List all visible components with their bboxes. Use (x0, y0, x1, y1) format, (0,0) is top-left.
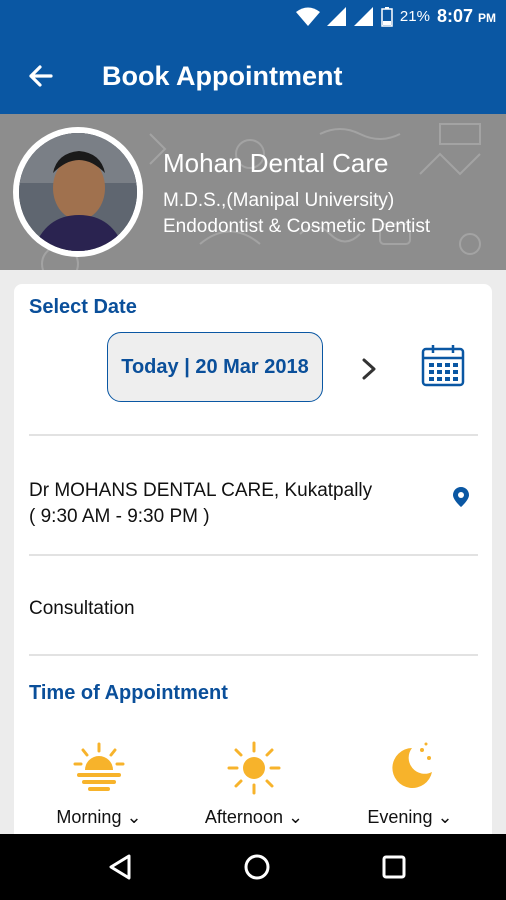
nav-back-icon (109, 854, 131, 880)
doctor-qualification: M.D.S.,(Manipal University) (163, 190, 395, 211)
arrow-back-icon (29, 65, 53, 87)
slot-morning[interactable]: Morning ⌄ (39, 740, 159, 828)
date-selector-button[interactable]: Today | 20 Mar 2018 (107, 332, 323, 402)
signal-icon (326, 6, 346, 26)
nav-recents-icon (382, 855, 406, 879)
clinic-location[interactable]: Dr MOHANS DENTAL CARE, Kukatpally ( 9:30… (29, 478, 372, 530)
signal-secondary-icon (353, 6, 373, 26)
system-nav-bar (0, 834, 506, 900)
select-date-title: Select Date (29, 296, 137, 318)
chevron-down-icon: ⌄ (287, 807, 304, 827)
chevron-down-icon: ⌄ (126, 807, 142, 827)
clinic-name: Mohan Dental Care (163, 148, 389, 178)
doctor-photo (19, 133, 137, 251)
chevron-right-icon (362, 358, 376, 380)
clinic-location-name: Dr MOHANS DENTAL CARE, Kukatpally (29, 480, 373, 501)
slot-label: Evening ⌄ (350, 807, 470, 828)
slot-morning-label: Morning (56, 807, 122, 827)
time-of-appointment-title: Time of Appointment (29, 682, 228, 704)
nav-home-icon (244, 854, 270, 880)
doctor-photo-image (19, 133, 137, 251)
moon-icon (392, 742, 432, 788)
nav-home-button[interactable] (239, 849, 275, 885)
clock-time: 8:07 (436, 6, 473, 26)
status-bar: 21% 8:07 PM (0, 0, 506, 36)
doctor-banner: Mohan Dental Care M.D.S.,(Manipal Univer… (0, 114, 506, 270)
next-date-button[interactable] (354, 354, 384, 384)
divider (29, 554, 478, 556)
slot-label: Afternoon ⌄ (194, 807, 314, 828)
nav-back-button[interactable] (102, 849, 138, 885)
nav-recents-button[interactable] (376, 849, 412, 885)
slot-evening[interactable]: Evening ⌄ (350, 740, 470, 828)
chevron-down-icon: ⌄ (437, 807, 453, 827)
battery-percent: 21% (399, 8, 430, 25)
status-icons: 21% 8:07 PM (295, 6, 496, 27)
slot-afternoon-label: Afternoon (204, 807, 283, 827)
app-bar: Book Appointment (0, 36, 506, 114)
clinic-location-hours: ( 9:30 AM - 9:30 PM ) (29, 506, 210, 527)
slot-label: Morning ⌄ (39, 807, 159, 828)
map-pin-button[interactable] (450, 486, 472, 508)
service-type[interactable]: Consultation (29, 598, 135, 620)
sunrise-icon (73, 742, 125, 791)
battery-icon (381, 6, 393, 27)
back-button[interactable] (22, 58, 58, 94)
slot-afternoon[interactable]: Afternoon ⌄ (194, 740, 314, 828)
calendar-icon (421, 345, 465, 387)
page-title: Book Appointment (102, 61, 343, 91)
doctor-avatar (13, 127, 143, 257)
booking-card: Select Date Today | 20 Mar 2018 Dr MOHAN… (14, 284, 492, 844)
divider (29, 434, 478, 436)
wifi-icon (295, 7, 320, 26)
divider (29, 654, 478, 656)
calendar-button[interactable] (420, 342, 466, 388)
slot-evening-label: Evening (367, 807, 433, 827)
doctor-specialty: Endodontist & Cosmetic Dentist (163, 216, 431, 237)
sun-icon (227, 741, 281, 795)
map-pin-icon (453, 487, 469, 507)
clock-ampm: PM (478, 11, 496, 25)
clock: 8:07 PM (437, 6, 496, 27)
